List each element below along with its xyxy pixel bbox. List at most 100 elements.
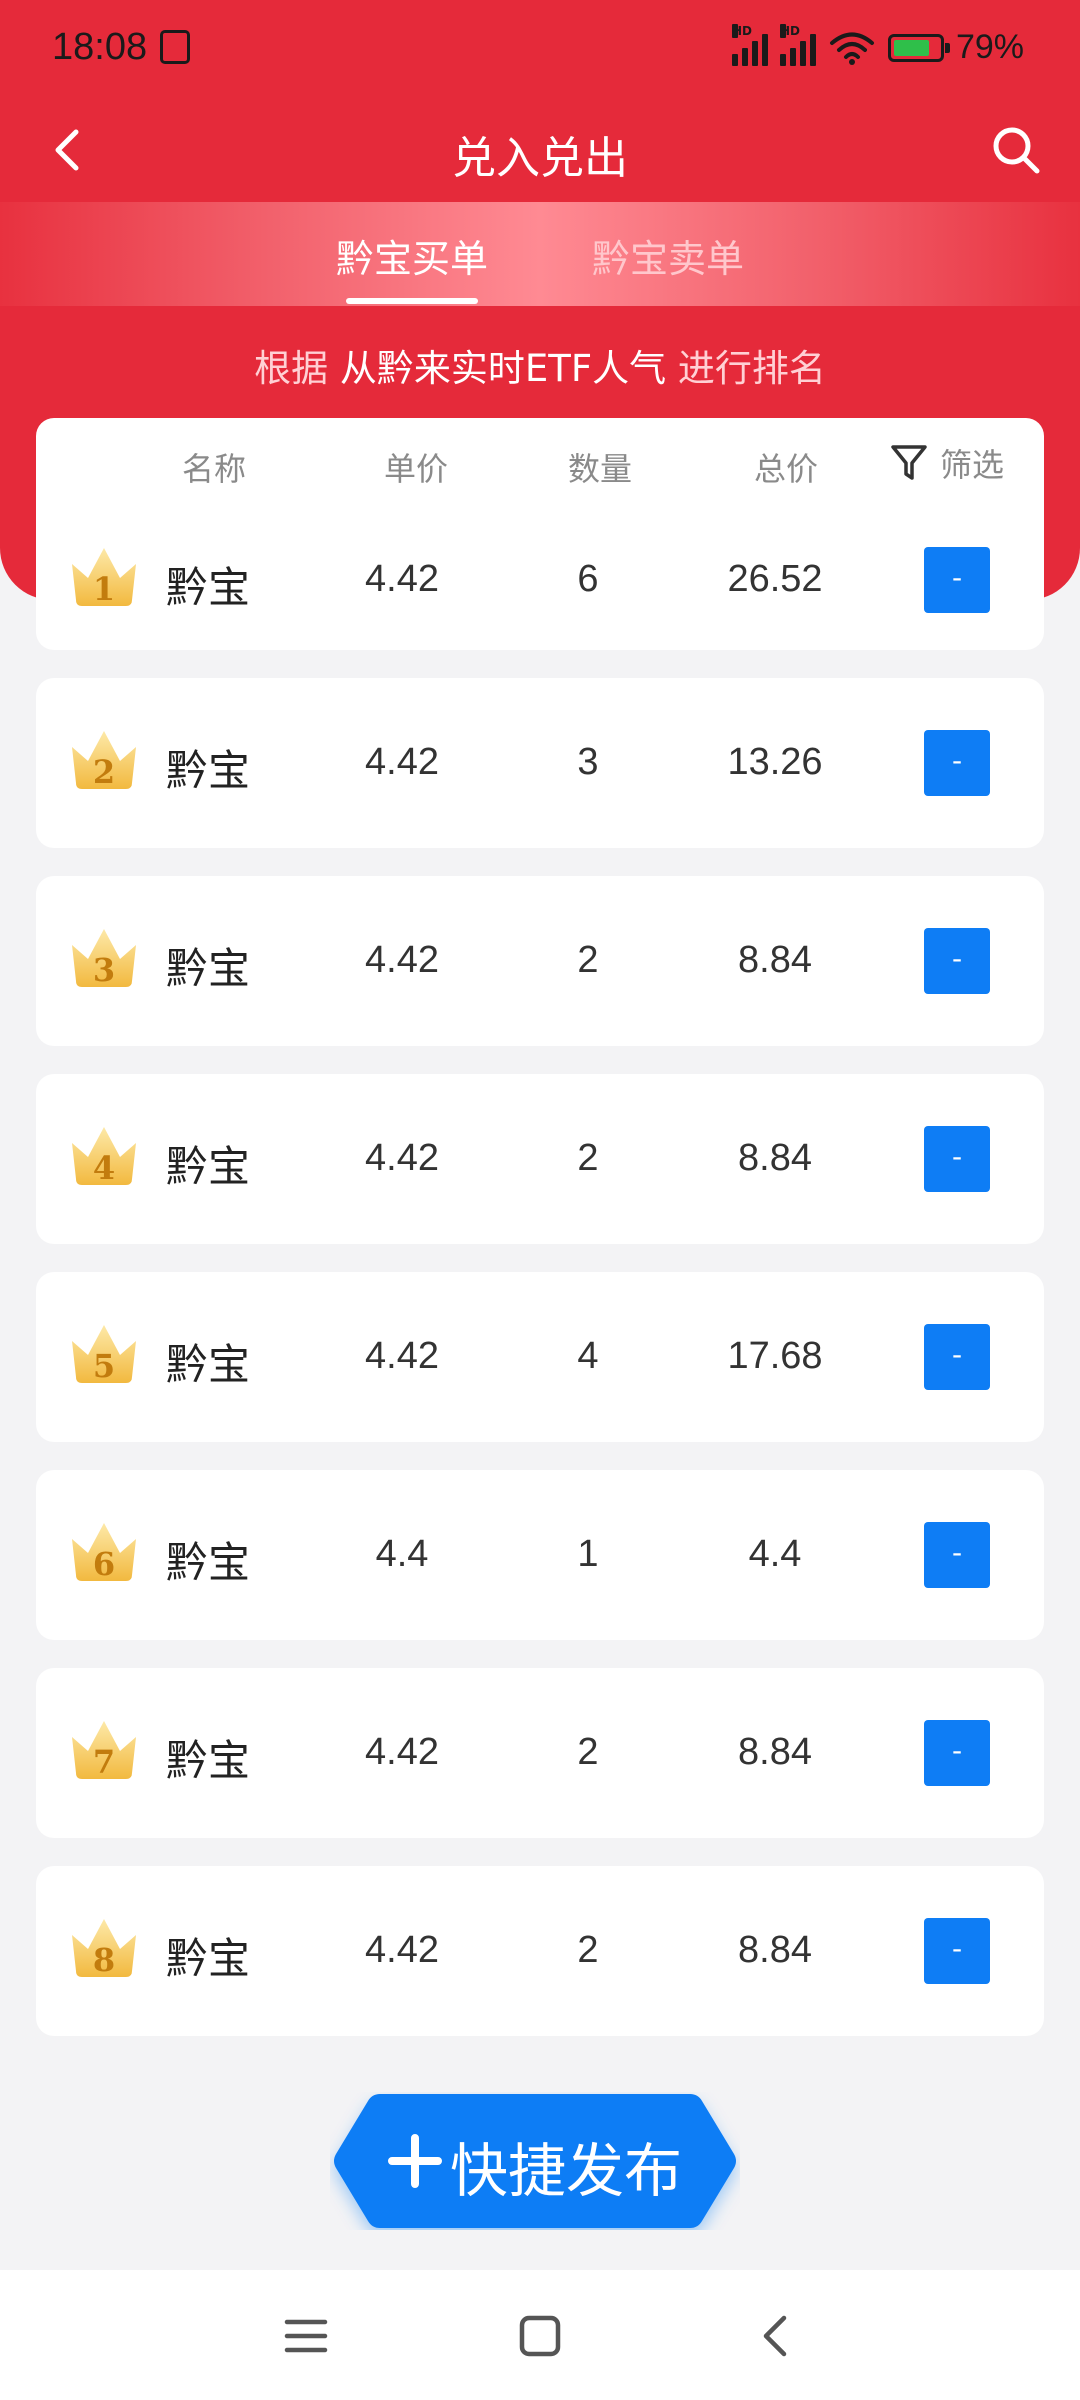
column-header-total: 总价 <box>753 450 818 488</box>
column-header-qty: 数量 <box>567 450 632 488</box>
quantity: 4 <box>577 1335 599 1377</box>
back-triangle-icon <box>763 2315 787 2357</box>
row-action-button[interactable]: - <box>924 730 990 796</box>
item-name: 黔宝 <box>166 1736 251 1785</box>
quantity: 2 <box>577 1929 599 1971</box>
item-name: 黔宝 <box>166 1142 251 1191</box>
crown-rank-icon: 6 <box>66 1517 142 1587</box>
ranking-note-suffix: 进行排名 <box>677 347 826 390</box>
battery-percent: 79% <box>955 28 1024 66</box>
rank-number: 5 <box>92 1347 116 1385</box>
quantity: 3 <box>577 741 599 783</box>
total-price: 8.84 <box>738 1929 812 1971</box>
app-header: 兑入兑出 <box>0 100 1080 200</box>
search-button[interactable] <box>976 110 1056 190</box>
crown-rank-icon: 7 <box>66 1715 142 1785</box>
nfc-icon <box>160 30 190 64</box>
unit-price: 4.42 <box>365 558 439 600</box>
quantity: 2 <box>577 939 599 981</box>
status-indicators: HD HD 79% <box>731 23 1024 67</box>
order-row[interactable]: 5 黔宝 4.42 4 17.68 - <box>36 1272 1044 1442</box>
unit-price: 4.42 <box>365 1731 439 1773</box>
total-price: 8.84 <box>738 939 812 981</box>
filter-label: 筛选 <box>940 446 1005 484</box>
total-price: 26.52 <box>727 558 823 600</box>
signal-icon: HD <box>779 23 816 66</box>
column-header-price: 单价 <box>383 450 448 488</box>
row-action-button[interactable]: - <box>924 928 990 994</box>
crown-rank-icon: 8 <box>66 1913 142 1983</box>
row-action-button[interactable]: - <box>924 1324 990 1390</box>
tab-bar: 黔宝买单 黔宝卖单 <box>0 202 1080 306</box>
rank-number: 7 <box>92 1743 116 1781</box>
quantity: 2 <box>577 1731 599 1773</box>
unit-price: 4.42 <box>365 1137 439 1179</box>
order-row[interactable]: 8 黔宝 4.42 2 8.84 - <box>36 1866 1044 2036</box>
search-icon <box>993 127 1040 174</box>
crown-rank-icon: 4 <box>66 1121 142 1191</box>
ranking-note: 根据 从黔来实时ETF人气 进行排名 <box>0 338 1080 392</box>
rank-number: 6 <box>92 1545 116 1583</box>
total-price: 8.84 <box>738 1731 812 1773</box>
status-time: 18:08 <box>52 26 148 68</box>
order-list: 1 黔宝 4.42 6 26.52-2 黔宝 4.42 3 13.26-3 黔宝 4.42 2 8.84… <box>36 510 1044 2064</box>
filter-button[interactable]: 筛选 <box>890 440 1050 486</box>
battery-level <box>893 39 929 56</box>
order-row[interactable]: 4 黔宝 4.42 2 8.84 - <box>36 1074 1044 1244</box>
item-name: 黔宝 <box>166 563 251 612</box>
signal-hd-label: HD <box>731 23 752 38</box>
unit-price: 4.42 <box>365 939 439 981</box>
tab-buy-orders[interactable]: 黔宝买单 <box>292 228 532 283</box>
home-square-icon <box>519 2315 561 2357</box>
total-price: 4.4 <box>748 1533 802 1575</box>
signal-icon: HD <box>731 23 768 66</box>
unit-price: 4.42 <box>365 741 439 783</box>
crown-rank-icon: 3 <box>66 923 142 993</box>
tab-sell-orders[interactable]: 黔宝卖单 <box>548 228 788 283</box>
wifi-icon <box>829 32 874 65</box>
column-header-name: 名称 <box>181 450 246 488</box>
total-price: 13.26 <box>727 741 823 783</box>
battery-icon <box>887 33 950 62</box>
quick-publish-label: 快捷发布 <box>450 2137 683 2205</box>
system-nav-bar <box>0 2270 1080 2400</box>
total-price: 17.68 <box>727 1335 823 1377</box>
nav-menu-button[interactable] <box>266 2308 346 2364</box>
item-name: 黔宝 <box>166 1538 251 1587</box>
menu-icon <box>284 2319 328 2353</box>
order-row[interactable]: 2 黔宝 4.42 3 13.26 - <box>36 678 1044 848</box>
quick-publish-button[interactable]: 快捷发布 <box>330 2092 740 2230</box>
item-name: 黔宝 <box>166 746 251 795</box>
total-price: 8.84 <box>738 1137 812 1179</box>
quantity: 6 <box>577 558 599 600</box>
crown-rank-icon: 1 <box>66 542 142 612</box>
row-action-button[interactable]: - <box>924 1720 990 1786</box>
unit-price: 4.4 <box>375 1533 429 1575</box>
plus-icon <box>388 2134 442 2188</box>
signal-hd-label: HD <box>779 23 800 38</box>
rank-number: 8 <box>92 1941 116 1979</box>
item-name: 黔宝 <box>166 944 251 993</box>
quantity: 1 <box>577 1533 599 1575</box>
unit-price: 4.42 <box>365 1929 439 1971</box>
rank-number: 4 <box>92 1149 116 1187</box>
nav-back-button[interactable] <box>734 2308 814 2364</box>
ranking-note-prefix: 根据 <box>254 347 329 390</box>
filter-icon <box>891 445 927 480</box>
quantity: 2 <box>577 1137 599 1179</box>
order-row[interactable]: 3 黔宝 4.42 2 8.84 - <box>36 876 1044 1046</box>
order-row[interactable]: 1 黔宝 4.42 6 26.52 - <box>36 510 1044 650</box>
ranking-note-highlight: 从黔来实时ETF人气 <box>339 347 667 390</box>
crown-rank-icon: 5 <box>66 1319 142 1389</box>
row-action-button[interactable]: - <box>924 547 990 613</box>
page-title: 兑入兑出 <box>452 133 628 184</box>
row-action-button[interactable]: - <box>924 1126 990 1192</box>
order-row[interactable]: 6 黔宝 4.4 1 4.4 - <box>36 1470 1044 1640</box>
table-header: 名称 单价 数量 总价 筛选 <box>36 418 1044 511</box>
row-action-button[interactable]: - <box>924 1918 990 1984</box>
rank-number: 2 <box>92 753 116 791</box>
order-row[interactable]: 7 黔宝 4.42 2 8.84 - <box>36 1668 1044 1838</box>
row-action-button[interactable]: - <box>924 1522 990 1588</box>
status-bar: 18:08 HD HD 79% <box>0 0 1080 100</box>
nav-home-button[interactable] <box>500 2308 580 2364</box>
